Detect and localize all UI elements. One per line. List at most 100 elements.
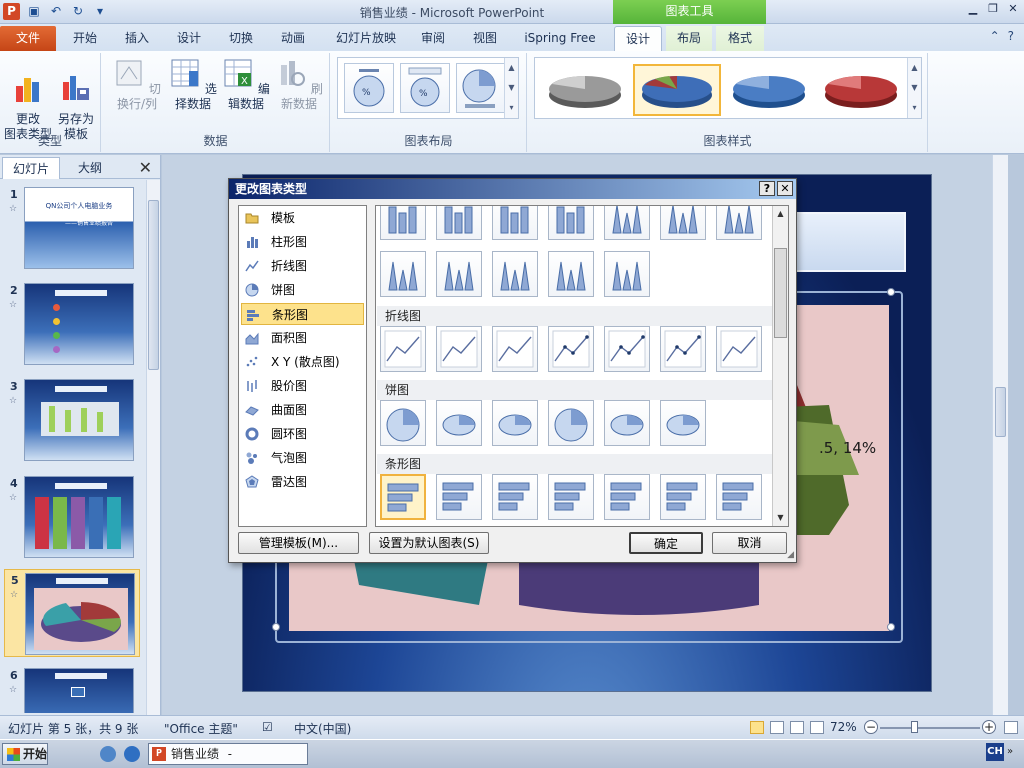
ribbon-collapse-icon[interactable]: ⌃ [990,29,1000,43]
close-icon[interactable]: ✕ [1006,2,1020,16]
slide-thumbnail-4[interactable]: 4 ☆ [4,473,140,561]
line-subtype-2[interactable] [436,326,482,372]
type-doughnut[interactable]: 圆环图 [241,423,364,445]
cone-subtype-4[interactable] [548,251,594,297]
type-radar[interactable]: 雷达图 [241,471,364,493]
chart-style-blue[interactable] [725,64,813,116]
pie-subtype-5[interactable] [604,400,650,446]
close-icon[interactable]: ✕ [139,158,152,177]
select-data-button[interactable]: 选择数据 [166,57,220,112]
resize-handle[interactable] [887,623,895,631]
line-subtype-4[interactable] [548,326,594,372]
chart-style-gray[interactable] [541,64,629,116]
gallery-scrollbar[interactable]: ▲ ▼ [772,206,788,526]
cancel-button[interactable]: 取消 [712,532,787,554]
line-subtype-7[interactable] [716,326,762,372]
type-pie[interactable]: 饼图 [241,279,364,301]
type-line[interactable]: 折线图 [241,255,364,277]
tab-view[interactable]: 视图 [462,26,508,51]
line-subtype-5[interactable] [604,326,650,372]
resize-handle[interactable] [272,623,280,631]
help-icon[interactable]: ? [759,181,775,196]
column-subtype-1[interactable] [380,206,426,240]
refresh-data-button[interactable]: 刷新数据 [272,57,326,112]
bar-subtype-1[interactable] [380,474,426,520]
spellcheck-icon[interactable]: ☑ [262,720,273,734]
slide-title-placeholder[interactable] [788,212,906,272]
type-area[interactable]: 面积图 [241,327,364,349]
type-surface[interactable]: 曲面图 [241,399,364,421]
bar-subtype-4[interactable] [548,474,594,520]
tab-chart-format[interactable]: 格式 [716,26,764,51]
tab-transitions[interactable]: 切换 [218,26,264,51]
slideshow-view-button[interactable] [810,721,824,734]
layout-gallery-scroll[interactable]: ▲ ▼ ▾ [504,58,518,118]
language[interactable]: 中文(中国) [294,720,351,737]
tab-insert[interactable]: 插入 [114,26,160,51]
taskbar-powerpoint-window[interactable]: P 销售业绩 - Microsof... [148,743,308,768]
column-subtype-2[interactable] [436,206,482,240]
tab-file[interactable]: 文件 [0,26,56,51]
ok-button[interactable]: 确定 [629,532,703,554]
ie-icon[interactable] [124,746,140,762]
start-button[interactable]: 开始 [2,743,48,765]
slide-thumbnail-6[interactable]: 6 ☆ [4,665,140,713]
pie-subtype-3[interactable] [492,400,538,446]
tab-design[interactable]: 设计 [166,26,212,51]
style-gallery-scroll[interactable]: ▲ ▼ ▾ [907,58,921,118]
layout-option-3[interactable] [456,63,506,113]
input-method-indicator[interactable]: CH [986,743,1004,761]
close-icon[interactable]: ✕ [777,181,793,196]
cone-subtype-5[interactable] [604,206,650,240]
cone-subtype-3[interactable] [492,251,538,297]
cone-subtype-5[interactable] [604,251,650,297]
restore-icon[interactable]: ❐ [986,2,1000,16]
bar-subtype-3[interactable] [492,474,538,520]
tab-home[interactable]: 开始 [62,26,108,51]
set-default-chart-button[interactable]: 设置为默认图表(S) [369,532,489,554]
tab-slideshow[interactable]: 幻灯片放映 [326,26,406,51]
cone-subtype-7[interactable] [716,206,762,240]
type-stock[interactable]: 股价图 [241,375,364,397]
theme-name[interactable]: "Office 主题" [164,720,238,737]
tab-chart-design[interactable]: 设计 [614,26,662,51]
fit-to-window-button[interactable] [1004,721,1018,734]
layout-option-1[interactable]: % [344,63,394,113]
bar-subtype-7[interactable] [716,474,762,520]
bar-subtype-2[interactable] [436,474,482,520]
manage-templates-button[interactable]: 管理模板(M)... [238,532,359,554]
editing-area-scrollbar[interactable] [992,155,1008,715]
pie-subtype-6[interactable] [660,400,706,446]
resize-handle[interactable] [887,288,895,296]
reading-view-button[interactable] [790,721,804,734]
zoom-slider-thumb[interactable] [911,721,918,733]
switch-row-column-button[interactable]: 切换行/列 [108,57,166,112]
tab-chart-layout[interactable]: 布局 [666,26,712,51]
tab-slides[interactable]: 幻灯片 [2,157,60,179]
tab-outline[interactable]: 大纲 [62,157,118,179]
cone-subtype-1[interactable] [380,251,426,297]
slide-thumbnail-2[interactable]: 2 ☆ [4,280,140,368]
zoom-out-button[interactable]: − [864,720,878,734]
line-subtype-1[interactable] [380,326,426,372]
tray-expand-icon[interactable]: » [1007,743,1021,761]
save-as-template-button[interactable]: 另存为 模板 [52,57,100,142]
cone-subtype-6[interactable] [660,206,706,240]
pie-subtype-1[interactable] [380,400,426,446]
browser-icon[interactable] [100,746,116,762]
chart-style-red[interactable] [817,64,905,116]
column-subtype-4[interactable] [548,206,594,240]
tab-animations[interactable]: 动画 [270,26,316,51]
normal-view-button[interactable] [750,721,764,734]
chart-style-colorful[interactable] [633,64,721,116]
zoom-slider-track[interactable] [880,727,980,729]
tab-review[interactable]: 审阅 [412,26,454,51]
resize-grip-icon[interactable]: ◢ [787,550,794,560]
slides-panel-scrollbar[interactable] [146,180,160,715]
type-scatter[interactable]: X Y (散点图) [241,351,364,373]
cone-subtype-2[interactable] [436,251,482,297]
bar-subtype-6[interactable] [660,474,706,520]
zoom-in-button[interactable]: + [982,720,996,734]
bar-subtype-5[interactable] [604,474,650,520]
slide-thumbnail-3[interactable]: 3 ☆ [4,376,140,464]
